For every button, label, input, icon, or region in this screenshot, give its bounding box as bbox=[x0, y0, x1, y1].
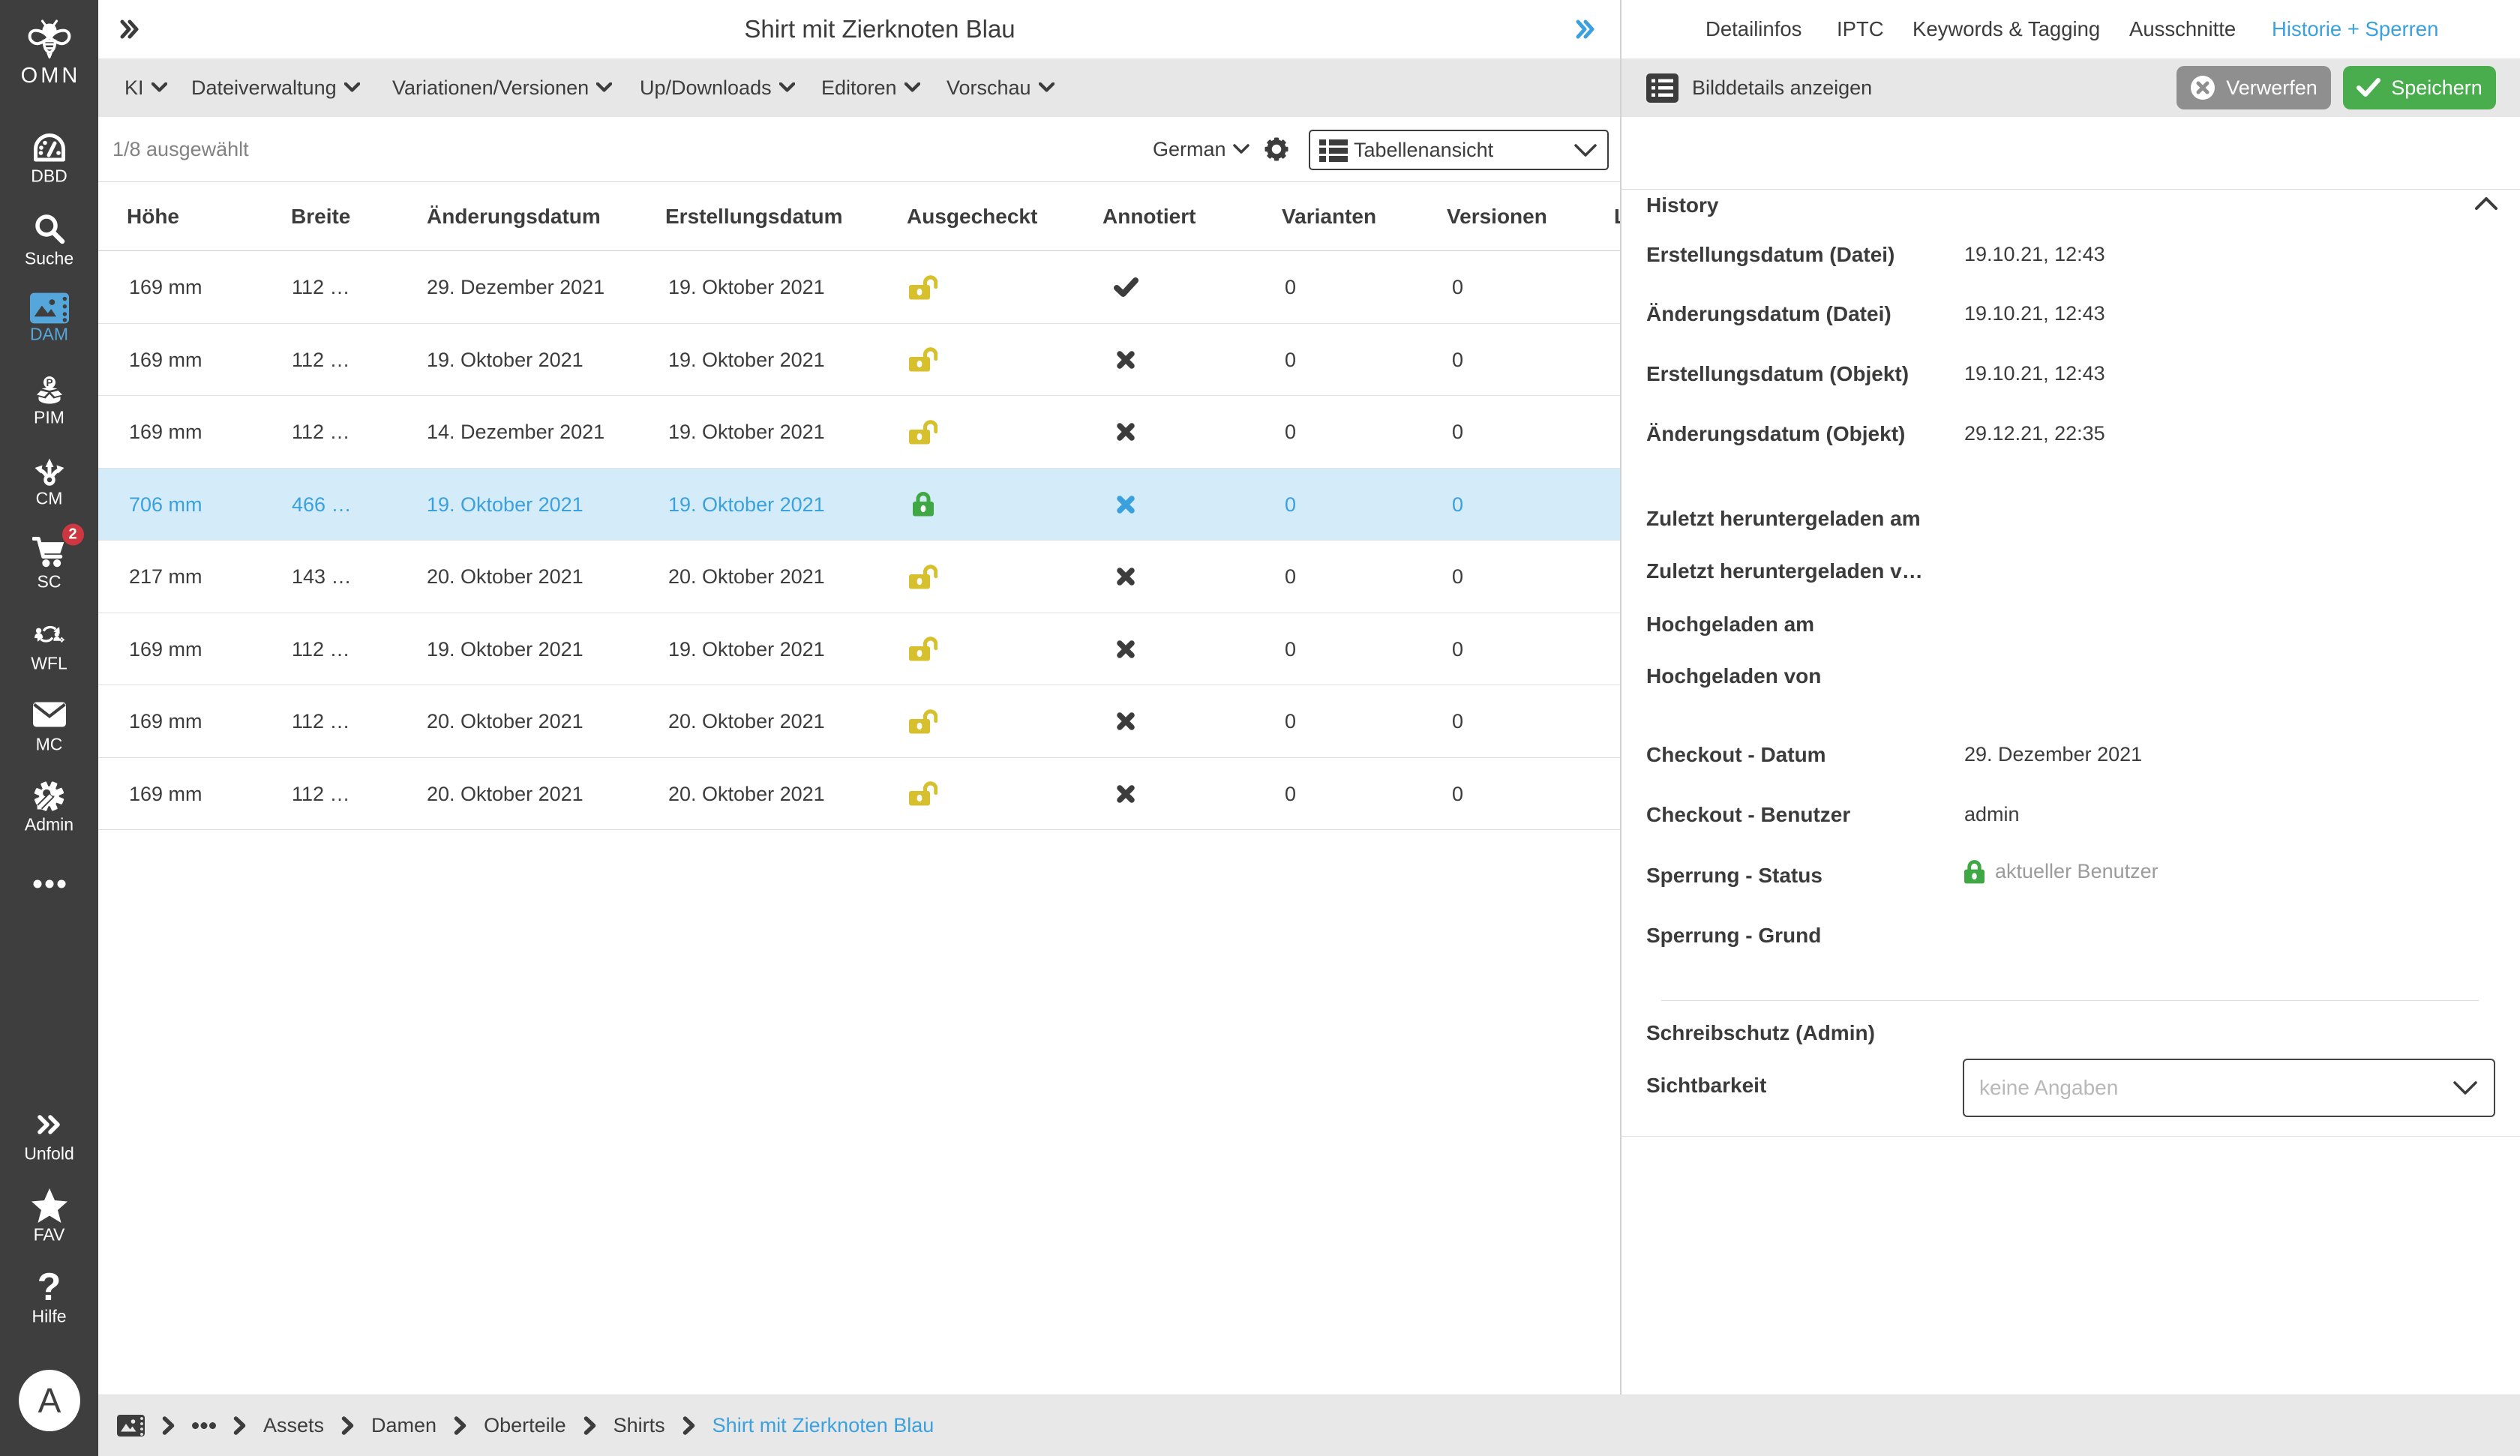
svg-text:P: P bbox=[46, 377, 52, 388]
